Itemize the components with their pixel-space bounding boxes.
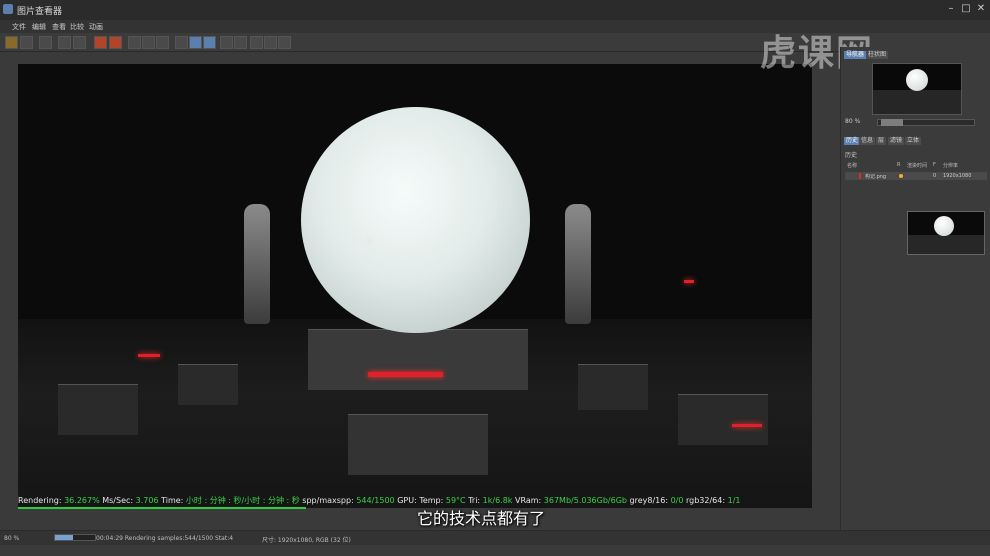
red-light (684, 280, 694, 283)
render-status-text: 00:04:29 Rendering samples:544/1500 Stat… (96, 535, 234, 542)
render-progress-fill (55, 535, 73, 540)
image-size-info: 尺寸: 1920x1080, RGB (32 位) (262, 537, 351, 544)
right-panel: 导航器 柱状图 80 % 历史 信息 层 滤镜 立体 历史 名称 R 渲染时间 … (840, 47, 990, 530)
tab-layers[interactable]: 层 (876, 137, 887, 145)
layer-icon[interactable] (250, 36, 263, 49)
tab-history[interactable]: 历史 (844, 137, 861, 145)
building (178, 364, 238, 405)
status-bar: 80 % 00:04:29 Rendering samples:544/1500… (0, 530, 990, 545)
title-bar: 图片查看器 – □ ✕ (0, 0, 990, 20)
layout-icon[interactable] (142, 36, 155, 49)
star-icon (899, 174, 903, 178)
maximize-button[interactable]: □ (959, 3, 973, 15)
thumb-ground (873, 90, 961, 114)
red-light (368, 372, 443, 377)
menu-view[interactable]: 查看 (52, 22, 66, 32)
menu-animation[interactable]: 动画 (89, 22, 103, 32)
statue-right (565, 204, 591, 324)
left-gutter (0, 52, 18, 530)
stop-icon[interactable] (109, 36, 122, 49)
alpha-icon[interactable] (234, 36, 247, 49)
menu-edit[interactable]: 编辑 (32, 22, 46, 32)
history-section-label: 历史 (845, 152, 858, 159)
compare-icon[interactable] (175, 36, 188, 49)
thumb-ground (908, 235, 984, 254)
building (58, 384, 138, 435)
tab-navigator[interactable]: 导航器 (844, 51, 867, 59)
render-progress-bar (54, 534, 96, 541)
fit-icon[interactable] (189, 36, 202, 49)
minimize-button[interactable]: – (944, 3, 958, 15)
floating-thumbnail[interactable] (907, 211, 985, 255)
grid-icon[interactable] (156, 36, 169, 49)
tab-stereo[interactable]: 立体 (905, 137, 922, 145)
window-title: 图片查看器 (17, 7, 63, 17)
video-subtitle: 它的技术点都有了 (417, 509, 546, 528)
save-icon[interactable] (20, 36, 33, 49)
split-icon[interactable] (264, 36, 277, 49)
building (678, 394, 768, 445)
central-platform (308, 329, 528, 390)
statue-left (244, 204, 270, 324)
render-icon[interactable] (73, 36, 86, 49)
building (578, 364, 648, 410)
menu-compare[interactable]: 比较 (70, 22, 84, 32)
layer-color-swatch (859, 173, 861, 179)
tab-histogram[interactable]: 柱状图 (866, 51, 889, 59)
info-icon[interactable] (39, 36, 52, 49)
export-icon[interactable] (278, 36, 291, 49)
tab-filter[interactable]: 滤镜 (888, 137, 905, 145)
thumb-sphere (906, 69, 928, 91)
navigator-thumbnail[interactable] (872, 63, 962, 115)
red-light (732, 424, 762, 427)
menu-file[interactable]: 文件 (12, 22, 26, 32)
app-icon (3, 4, 13, 14)
red-light (138, 354, 160, 357)
channel-icon[interactable] (220, 36, 233, 49)
open-icon[interactable] (5, 36, 18, 49)
render-progress-line (18, 507, 306, 509)
zoom-icon[interactable] (203, 36, 216, 49)
tab-info[interactable]: 信息 (859, 137, 876, 145)
close-button[interactable]: ✕ (974, 3, 988, 15)
render-viewport[interactable] (18, 64, 812, 508)
region-icon[interactable] (128, 36, 141, 49)
history-header: 名称 R 渲染时间 F 分辨率 (847, 162, 959, 169)
zoom-level[interactable]: 80 % (4, 535, 19, 542)
building (348, 414, 488, 475)
navigator-zoom: 80 % (845, 118, 861, 125)
render-status-line: Rendering: 36.267% Ms/Sec: 3.706 Time: 小… (18, 496, 741, 505)
zoom-slider-handle[interactable] (881, 119, 903, 126)
copy-icon[interactable] (58, 36, 71, 49)
white-sphere (301, 107, 530, 333)
history-icon[interactable] (94, 36, 107, 49)
history-row[interactable]: 构记.png 0 1920x1080 (845, 172, 987, 180)
thumb-sphere (934, 216, 954, 236)
